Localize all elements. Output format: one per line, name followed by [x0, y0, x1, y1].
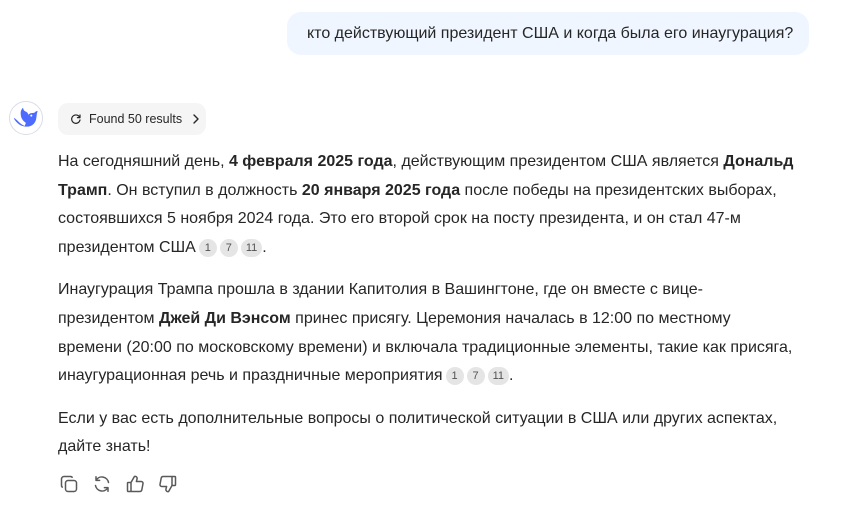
user-message-text: кто действующий президент США и когда бы…	[307, 24, 794, 42]
search-results-label: Found 50 results	[89, 112, 183, 126]
answer-paragraph-1: На сегодняшний день, 4 февраля 2025 года…	[58, 148, 798, 262]
search-results-button[interactable]: Found 50 results	[58, 103, 206, 135]
answer-text: .	[509, 367, 514, 385]
answer-text: , действующим президентом США является	[392, 153, 724, 170]
chevron-right-icon	[193, 114, 199, 124]
answer-text: . Он вступил в должность	[107, 181, 302, 199]
answer-text: Если у вас есть дополнительные вопросы о…	[58, 409, 778, 456]
whale-logo-icon	[14, 108, 38, 127]
citation-badge[interactable]: 1	[198, 238, 217, 257]
thumbs-up-button[interactable]	[124, 473, 146, 495]
answer-paragraph-2: Инаугурация Трампа прошла в здании Капит…	[58, 276, 798, 390]
answer-text: .	[262, 238, 267, 256]
user-message: кто действующий президент США и когда бы…	[287, 12, 809, 55]
citation-badge[interactable]: 7	[219, 238, 238, 257]
copy-icon	[60, 475, 78, 493]
citation-badge[interactable]: 7	[466, 367, 485, 386]
answer-bold-name: Джей Ди Вэнсом	[158, 309, 291, 327]
answer-bold-date: 20 января 2025 года	[301, 181, 461, 199]
thumbs-down-button[interactable]	[157, 473, 179, 495]
answer-text: На сегодняшний день,	[58, 153, 229, 170]
answer-bold-date: 4 февраля 2025 года	[228, 153, 393, 170]
copy-button[interactable]	[58, 473, 80, 495]
thumbs-down-icon	[159, 475, 177, 493]
assistant-answer: На сегодняшний день, 4 февраля 2025 года…	[58, 148, 798, 476]
thumbs-up-icon	[126, 475, 144, 493]
citation-badge[interactable]: 1	[445, 367, 464, 386]
regenerate-icon	[94, 476, 110, 492]
regenerate-button[interactable]	[91, 473, 113, 495]
citation-badge[interactable]: 11	[487, 367, 509, 386]
message-actions	[58, 473, 179, 495]
assistant-avatar	[9, 101, 43, 135]
citation-badge[interactable]: 11	[240, 238, 263, 257]
answer-paragraph-3: Если у вас есть дополнительные вопросы о…	[58, 405, 798, 462]
search-refresh-icon	[71, 114, 81, 124]
